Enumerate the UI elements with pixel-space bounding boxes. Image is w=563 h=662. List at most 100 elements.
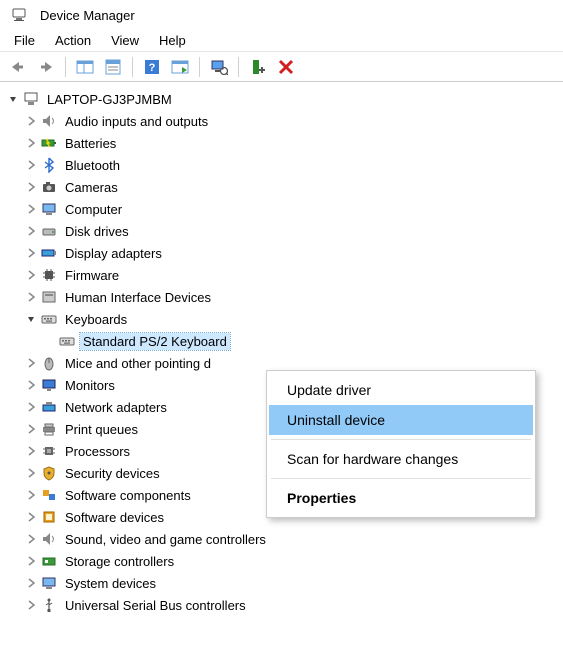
- computer-icon: [22, 90, 40, 108]
- tree-item-label: Monitors: [62, 377, 118, 394]
- tree-item-label: Disk drives: [62, 223, 132, 240]
- usb-icon: [40, 596, 58, 614]
- tree-item-label: Processors: [62, 443, 133, 460]
- monitor-icon: [40, 376, 58, 394]
- chevron-right-icon[interactable]: [24, 488, 38, 502]
- tree-item-label: Cameras: [62, 179, 121, 196]
- chevron-right-icon[interactable]: [24, 268, 38, 282]
- tree-item-sound[interactable]: Sound, video and game controllers: [6, 528, 559, 550]
- printer-icon: [40, 420, 58, 438]
- toolbar-separator: [199, 57, 200, 77]
- tree-root[interactable]: LAPTOP-GJ3PJMBM: [6, 88, 559, 110]
- tree-item-computer[interactable]: Computer: [6, 198, 559, 220]
- chevron-down-icon[interactable]: [6, 92, 20, 106]
- scan-hardware-button[interactable]: [207, 55, 231, 79]
- hid-icon: [40, 288, 58, 306]
- disk-icon: [40, 222, 58, 240]
- cpu-icon: [40, 442, 58, 460]
- tree-item-storage[interactable]: Storage controllers: [6, 550, 559, 572]
- tree-item-disk-drives[interactable]: Disk drives: [6, 220, 559, 242]
- chevron-right-icon[interactable]: [24, 554, 38, 568]
- computer-icon: [40, 200, 58, 218]
- svg-text:?: ?: [149, 62, 156, 74]
- tree-item-label: System devices: [62, 575, 159, 592]
- shield-icon: [40, 464, 58, 482]
- tree-item-cameras[interactable]: Cameras: [6, 176, 559, 198]
- chevron-right-icon[interactable]: [24, 378, 38, 392]
- context-properties[interactable]: Properties: [269, 483, 533, 513]
- tree-item-standard-keyboard[interactable]: Standard PS/2 Keyboard: [6, 330, 559, 352]
- tree-item-label: Computer: [62, 201, 125, 218]
- tree-item-keyboards[interactable]: Keyboards: [6, 308, 559, 330]
- component-icon: [40, 486, 58, 504]
- system-icon: [40, 574, 58, 592]
- menu-help[interactable]: Help: [149, 31, 196, 50]
- tree-item-label: Audio inputs and outputs: [62, 113, 211, 130]
- mouse-icon: [40, 354, 58, 372]
- chevron-right-icon[interactable]: [24, 510, 38, 524]
- tree-item-hid[interactable]: Human Interface Devices: [6, 286, 559, 308]
- tree-item-firmware[interactable]: Firmware: [6, 264, 559, 286]
- display-adapter-icon: [40, 244, 58, 262]
- menu-action[interactable]: Action: [45, 31, 101, 50]
- storage-controller-icon: [40, 552, 58, 570]
- context-menu: Update driver Uninstall device Scan for …: [266, 370, 536, 518]
- chevron-right-icon[interactable]: [24, 422, 38, 436]
- forward-button[interactable]: [34, 55, 58, 79]
- tree-item-label: Print queues: [62, 421, 141, 438]
- chevron-right-icon[interactable]: [24, 246, 38, 260]
- chevron-right-icon[interactable]: [24, 356, 38, 370]
- chevron-right-icon[interactable]: [24, 532, 38, 546]
- network-icon: [40, 398, 58, 416]
- chevron-right-icon[interactable]: [24, 290, 38, 304]
- action-button[interactable]: [168, 55, 192, 79]
- tree-item-batteries[interactable]: Batteries: [6, 132, 559, 154]
- tree-item-audio[interactable]: Audio inputs and outputs: [6, 110, 559, 132]
- tree-item-label: Human Interface Devices: [62, 289, 214, 306]
- tree-item-system-devices[interactable]: System devices: [6, 572, 559, 594]
- tree-item-label: Standard PS/2 Keyboard: [80, 333, 230, 350]
- context-scan-hardware[interactable]: Scan for hardware changes: [269, 444, 533, 474]
- context-uninstall-device[interactable]: Uninstall device: [269, 405, 533, 435]
- show-hide-tree-button[interactable]: [73, 55, 97, 79]
- chevron-right-icon[interactable]: [24, 114, 38, 128]
- add-hardware-button[interactable]: [246, 55, 270, 79]
- chevron-right-icon[interactable]: [24, 466, 38, 480]
- keyboard-icon: [58, 332, 76, 350]
- chevron-right-icon[interactable]: [24, 576, 38, 590]
- tree-item-display-adapters[interactable]: Display adapters: [6, 242, 559, 264]
- chevron-right-icon[interactable]: [24, 598, 38, 612]
- chevron-right-icon[interactable]: [24, 136, 38, 150]
- tree-root-label: LAPTOP-GJ3PJMBM: [44, 91, 175, 108]
- help-button[interactable]: ?: [140, 55, 164, 79]
- software-device-icon: [40, 508, 58, 526]
- chevron-right-icon[interactable]: [24, 202, 38, 216]
- menu-file[interactable]: File: [4, 31, 45, 50]
- context-update-driver[interactable]: Update driver: [269, 375, 533, 405]
- speaker-icon: [40, 530, 58, 548]
- tree-item-label: Display adapters: [62, 245, 165, 262]
- tree-item-bluetooth[interactable]: Bluetooth: [6, 154, 559, 176]
- chip-icon: [40, 266, 58, 284]
- tree-item-label: Security devices: [62, 465, 163, 482]
- properties-button[interactable]: [101, 55, 125, 79]
- chevron-right-icon[interactable]: [24, 400, 38, 414]
- toolbar-separator: [132, 57, 133, 77]
- tree-item-label: Keyboards: [62, 311, 130, 328]
- tree-item-label: Sound, video and game controllers: [62, 531, 269, 548]
- tree-item-usb[interactable]: Universal Serial Bus controllers: [6, 594, 559, 616]
- titlebar: Device Manager: [0, 0, 563, 30]
- back-button[interactable]: [6, 55, 30, 79]
- chevron-right-icon[interactable]: [24, 444, 38, 458]
- chevron-right-icon[interactable]: [24, 224, 38, 238]
- battery-icon: [40, 134, 58, 152]
- chevron-right-icon[interactable]: [24, 158, 38, 172]
- keyboard-icon: [40, 310, 58, 328]
- tree-item-label: Software devices: [62, 509, 167, 526]
- menu-view[interactable]: View: [101, 31, 149, 50]
- chevron-down-icon[interactable]: [24, 312, 38, 326]
- chevron-right-icon[interactable]: [24, 180, 38, 194]
- tree-item-label: Storage controllers: [62, 553, 177, 570]
- uninstall-button[interactable]: [274, 55, 298, 79]
- tree-item-label: Firmware: [62, 267, 122, 284]
